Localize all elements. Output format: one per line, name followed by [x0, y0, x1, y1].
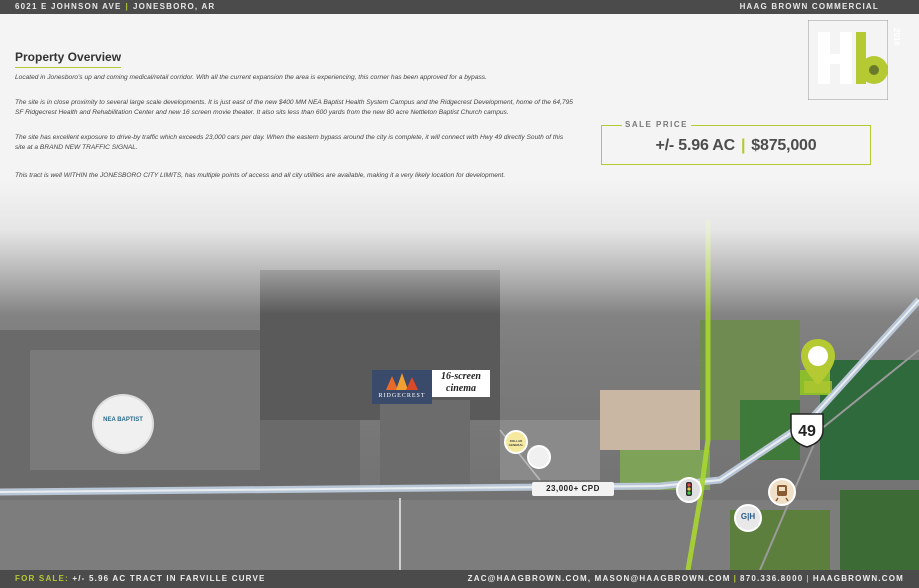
highway-49-shield-icon: 49 [790, 413, 824, 448]
contact-separator: | [806, 574, 810, 583]
cinema-callout-line1: 16-screen [441, 371, 481, 382]
contact-emails[interactable]: ZAC@HAAGBROWN.COM, MASON@HAAGBROWN.COM [468, 574, 731, 583]
top-bar: 6021 E JOHNSON AVE | JONESBORO, AR HAAG BR… [0, 0, 919, 14]
gh-badge: G|H [734, 504, 762, 532]
header-address: 6021 E JOHNSON AVE [15, 2, 122, 11]
sale-price-values: +/- 5.96 AC | $875,000 [602, 137, 870, 155]
contact-separator: | [733, 574, 738, 583]
dollar-general-badge: DOLLAR GENERAL [504, 430, 528, 454]
contact-phone[interactable]: 870.336.8000 [740, 574, 803, 583]
ridgecrest-label: RIDGECREST [378, 393, 426, 399]
cinema-callout-line2: cinema [446, 383, 476, 394]
overview-paragraph-4: This tract is well WITHIN the JONESBORO … [15, 172, 506, 179]
sale-price-box: SALE PRICE +/- 5.96 AC | $875,000 [601, 120, 871, 165]
header-brand: HAAG BROWN COMMERCIAL [739, 2, 879, 11]
gh-label: G|H [740, 512, 756, 521]
overview-paragraph-1: Located in Jonesboro's up and coming med… [15, 74, 487, 81]
sale-acres: +/- 5.96 AC [655, 137, 736, 154]
traffic-signal-icon [676, 477, 702, 503]
highway-number: 49 [798, 423, 816, 440]
header-address-line: 6021 E JOHNSON AVE | JONESBORO, AR [15, 2, 215, 11]
nea-baptist-label: NEA BAPTIST [103, 417, 143, 423]
for-sale-line: FOR SALE: +/- 5.96 AC TRACT IN FARVILLE … [15, 574, 266, 583]
contact-line: ZAC@HAAGBROWN.COM, MASON@HAAGBROWN.COM | 8… [468, 574, 904, 583]
for-sale-label: FOR SALE: [15, 574, 69, 583]
train-icon [768, 478, 796, 506]
traffic-light-glyph [686, 482, 692, 496]
property-location-pin-icon [801, 339, 835, 393]
church-badge [527, 445, 551, 469]
property-overview-title: Property Overview [15, 50, 122, 68]
cinema-callout: 16-screen cinema [432, 370, 490, 397]
contact-website[interactable]: HAAGBROWN.COM [813, 574, 904, 583]
traffic-count-label: 23,000+ CPD [532, 482, 614, 496]
sale-separator: | [741, 137, 746, 154]
ridgecrest-flame-icon [386, 373, 418, 390]
nea-baptist-badge: NEA BAPTIST [92, 394, 154, 454]
train-glyph [775, 485, 789, 502]
sale-price-label: SALE PRICE [622, 120, 692, 129]
hb-logo-mark [808, 20, 888, 100]
bottom-bar: FOR SALE: +/- 5.96 AC TRACT IN FARVILLE … [0, 570, 919, 588]
header-separator: | [125, 2, 129, 11]
haag-brown-logo: 2016 [808, 20, 901, 100]
dollar-general-label: DOLLAR GENERAL [508, 439, 524, 447]
overview-paragraph-2: The site is in close proximity to severa… [15, 99, 573, 116]
sale-price: $875,000 [751, 137, 817, 154]
overview-paragraph-3: The site has excellent exposure to drive… [15, 134, 564, 151]
ridgecrest-sign: RIDGECREST [372, 370, 432, 404]
header-city: JONESBORO, AR [132, 2, 216, 11]
logo-year: 2016 [892, 28, 901, 46]
for-sale-text: +/- 5.96 AC TRACT IN FARVILLE CURVE [72, 574, 266, 583]
